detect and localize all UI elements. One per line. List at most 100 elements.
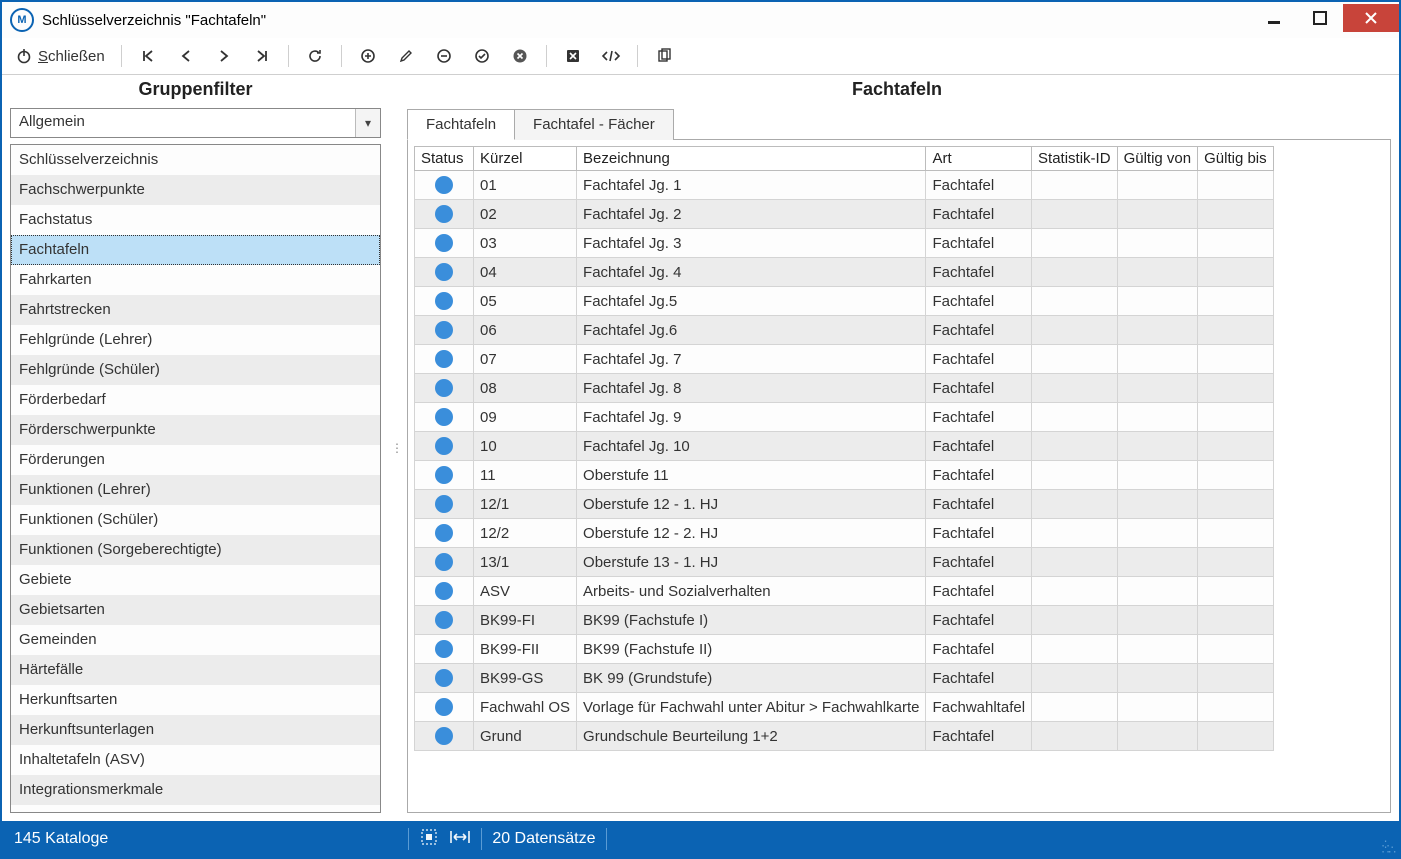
table-cell[interactable]: 03 xyxy=(474,229,577,258)
list-item[interactable]: Förderbedarf xyxy=(11,385,380,415)
table-cell[interactable] xyxy=(415,664,474,693)
table-row[interactable]: 12/2Oberstufe 12 - 2. HJFachtafel xyxy=(415,519,1274,548)
table-cell[interactable]: Fachtafel xyxy=(926,577,1032,606)
table-cell[interactable]: 07 xyxy=(474,345,577,374)
list-item[interactable]: Inhaltetafeln (ASV) xyxy=(11,745,380,775)
table-cell[interactable] xyxy=(415,693,474,722)
table-cell[interactable] xyxy=(1198,635,1274,664)
table-cell[interactable] xyxy=(1198,432,1274,461)
table-cell[interactable]: BK99-GS xyxy=(474,664,577,693)
table-cell[interactable] xyxy=(415,606,474,635)
column-header[interactable]: Status xyxy=(415,147,474,171)
table-row[interactable]: 10Fachtafel Jg. 10Fachtafel xyxy=(415,432,1274,461)
table-cell[interactable]: Fachtafel xyxy=(926,374,1032,403)
table-cell[interactable] xyxy=(415,374,474,403)
table-row[interactable]: 07Fachtafel Jg. 7Fachtafel xyxy=(415,345,1274,374)
list-item[interactable]: Kammern xyxy=(11,805,380,812)
table-cell[interactable] xyxy=(415,229,474,258)
column-header[interactable]: Art xyxy=(926,147,1032,171)
table-row[interactable]: GrundGrundschule Beurteilung 1+2Fachtafe… xyxy=(415,722,1274,751)
table-cell[interactable] xyxy=(1198,258,1274,287)
table-cell[interactable]: Fachtafel Jg. 2 xyxy=(577,200,926,229)
table-cell[interactable]: Fachtafel Jg. 3 xyxy=(577,229,926,258)
table-cell[interactable] xyxy=(1198,287,1274,316)
list-item[interactable]: Funktionen (Schüler) xyxy=(11,505,380,535)
remove-button[interactable] xyxy=(426,42,462,70)
table-cell[interactable] xyxy=(1032,664,1118,693)
table-cell[interactable] xyxy=(1117,403,1198,432)
table-cell[interactable]: Arbeits- und Sozialverhalten xyxy=(577,577,926,606)
table-cell[interactable]: Fachtafel xyxy=(926,316,1032,345)
table-row[interactable]: 05Fachtafel Jg.5Fachtafel xyxy=(415,287,1274,316)
table-cell[interactable]: 10 xyxy=(474,432,577,461)
table-row[interactable]: BK99-FIBK99 (Fachstufe I)Fachtafel xyxy=(415,606,1274,635)
table-cell[interactable] xyxy=(415,490,474,519)
table-cell[interactable]: Fachtafel xyxy=(926,519,1032,548)
table-cell[interactable] xyxy=(1032,606,1118,635)
table-cell[interactable]: Fachtafel Jg.5 xyxy=(577,287,926,316)
table-cell[interactable] xyxy=(415,722,474,751)
list-item[interactable]: Gemeinden xyxy=(11,625,380,655)
table-cell[interactable]: 11 xyxy=(474,461,577,490)
select-all-icon[interactable] xyxy=(419,827,439,852)
table-cell[interactable]: Fachtafel xyxy=(926,171,1032,200)
table-cell[interactable]: 05 xyxy=(474,287,577,316)
table-cell[interactable]: Fachtafel xyxy=(926,490,1032,519)
table-cell[interactable] xyxy=(1117,722,1198,751)
filter-combo[interactable]: Allgemein ▾ xyxy=(10,108,381,138)
list-item[interactable]: Fachschwerpunkte xyxy=(11,175,380,205)
list-item[interactable]: Fehlgründe (Schüler) xyxy=(11,355,380,385)
table-cell[interactable]: Fachtafel xyxy=(926,548,1032,577)
column-header[interactable]: Statistik-ID xyxy=(1032,147,1118,171)
table-cell[interactable] xyxy=(1198,722,1274,751)
table-cell[interactable]: Fachwahl OS xyxy=(474,693,577,722)
table-cell[interactable] xyxy=(1117,519,1198,548)
table-cell[interactable] xyxy=(1032,316,1118,345)
table-cell[interactable]: 12/2 xyxy=(474,519,577,548)
table-cell[interactable] xyxy=(1117,229,1198,258)
table-row[interactable]: 02Fachtafel Jg. 2Fachtafel xyxy=(415,200,1274,229)
list-item[interactable]: Fachstatus xyxy=(11,205,380,235)
table-cell[interactable]: 04 xyxy=(474,258,577,287)
table-cell[interactable]: Fachtafel Jg. 4 xyxy=(577,258,926,287)
table-cell[interactable] xyxy=(415,200,474,229)
maximize-button[interactable] xyxy=(1297,4,1343,32)
list-item[interactable]: Funktionen (Lehrer) xyxy=(11,475,380,505)
table-cell[interactable] xyxy=(415,316,474,345)
table-cell[interactable]: ASV xyxy=(474,577,577,606)
table-cell[interactable] xyxy=(1198,316,1274,345)
column-header[interactable]: Kürzel xyxy=(474,147,577,171)
column-header[interactable]: Gültig von xyxy=(1117,147,1198,171)
table-cell[interactable] xyxy=(1198,664,1274,693)
table-row[interactable]: 01Fachtafel Jg. 1Fachtafel xyxy=(415,171,1274,200)
list-item[interactable]: Schlüsselverzeichnis xyxy=(11,145,380,175)
table-cell[interactable]: Fachtafel xyxy=(926,722,1032,751)
table-cell[interactable] xyxy=(1117,635,1198,664)
table-cell[interactable] xyxy=(1198,606,1274,635)
table-cell[interactable]: Grund xyxy=(474,722,577,751)
list-item[interactable]: Herkunftsunterlagen xyxy=(11,715,380,745)
table-cell[interactable] xyxy=(1198,693,1274,722)
table-cell[interactable] xyxy=(1117,606,1198,635)
table-cell[interactable] xyxy=(1032,432,1118,461)
table-cell[interactable]: Fachtafel xyxy=(926,229,1032,258)
list-item[interactable]: Fachtafeln xyxy=(11,235,380,265)
table-cell[interactable]: Fachtafel xyxy=(926,258,1032,287)
close-button[interactable]: SSchließenchließen xyxy=(8,42,113,70)
table-cell[interactable] xyxy=(1117,432,1198,461)
table-cell[interactable] xyxy=(1117,258,1198,287)
table-row[interactable]: 11Oberstufe 11Fachtafel xyxy=(415,461,1274,490)
table-cell[interactable] xyxy=(1117,664,1198,693)
fit-width-icon[interactable] xyxy=(449,827,471,852)
table-cell[interactable]: Fachtafel xyxy=(926,200,1032,229)
table-cell[interactable]: Fachtafel xyxy=(926,664,1032,693)
table-cell[interactable] xyxy=(1117,345,1198,374)
table-cell[interactable]: 12/1 xyxy=(474,490,577,519)
minimize-button[interactable] xyxy=(1251,4,1297,32)
table-cell[interactable] xyxy=(1117,461,1198,490)
table-cell[interactable]: BK99-FI xyxy=(474,606,577,635)
table-cell[interactable]: Fachtafel xyxy=(926,287,1032,316)
table-cell[interactable] xyxy=(415,577,474,606)
table-cell[interactable]: 01 xyxy=(474,171,577,200)
table-cell[interactable] xyxy=(1032,345,1118,374)
